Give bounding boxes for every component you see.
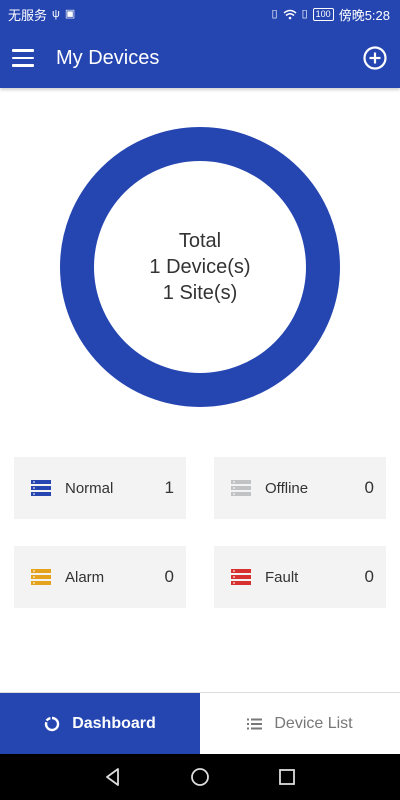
status-card-fault[interactable]: Fault 0 [214, 546, 386, 608]
recent-apps-icon[interactable] [276, 766, 298, 788]
total-label: Total [178, 230, 222, 252]
notification-icon: ▣ [64, 7, 76, 20]
vibrate-icon: ▯ [271, 7, 278, 20]
hamburger-menu-icon[interactable] [12, 46, 36, 70]
wifi-icon [283, 9, 297, 19]
status-right: ▯ ▯ 100 傍晚5:28 [272, 5, 390, 24]
card-count: 0 [364, 478, 374, 497]
status-card-alarm[interactable]: Alarm 0 [14, 546, 186, 608]
donut-center-text: Total 1 Device(s) 1 Site(s) [60, 127, 340, 407]
fault-status-icon [231, 569, 251, 585]
alarm-status-icon [31, 569, 51, 585]
card-label: Offline [265, 479, 309, 497]
site-count-label: 1 Site(s) [162, 282, 238, 304]
status-card-normal[interactable]: Normal 1 [14, 457, 186, 519]
home-icon[interactable] [189, 766, 211, 788]
device-count-label: 1 Device(s) [149, 256, 251, 278]
battery-icon: 100 [312, 7, 334, 21]
tab-dashboard-label: Dashboard [72, 715, 156, 732]
normal-status-icon [31, 480, 51, 496]
sim-icon: ▯ [301, 7, 308, 20]
carrier-text: 无服务 [8, 7, 48, 23]
system-navigation-bar [0, 754, 400, 800]
card-count: 0 [164, 567, 174, 586]
tab-device-list-label: Device List [274, 715, 353, 732]
card-label: Alarm [65, 568, 105, 586]
device-summary-donut: Total 1 Device(s) 1 Site(s) [60, 127, 340, 407]
status-card-offline[interactable]: Offline 0 [214, 457, 386, 519]
card-label: Fault [265, 568, 299, 586]
list-icon [247, 718, 263, 730]
tab-dashboard[interactable]: Dashboard [0, 693, 200, 755]
card-label: Normal [65, 479, 114, 497]
tab-device-list[interactable]: Device List [200, 693, 400, 755]
status-left: 无服务 ψ ▣ [8, 5, 75, 24]
bottom-tab-bar: Dashboard Device List [0, 692, 400, 755]
page-title: My Devices [56, 46, 160, 69]
status-bar: 无服务 ψ ▣ ▯ ▯ 100 傍晚5:28 [0, 0, 400, 28]
app-bar: My Devices [0, 28, 400, 88]
card-count: 0 [364, 567, 374, 586]
offline-status-icon [231, 480, 251, 496]
add-circle-icon[interactable] [362, 45, 388, 71]
usb-icon: ψ [52, 7, 60, 20]
dashboard-icon [45, 716, 60, 732]
clock-text: 傍晚5:28 [338, 7, 390, 23]
back-icon[interactable] [102, 766, 124, 788]
card-count: 1 [164, 478, 174, 497]
